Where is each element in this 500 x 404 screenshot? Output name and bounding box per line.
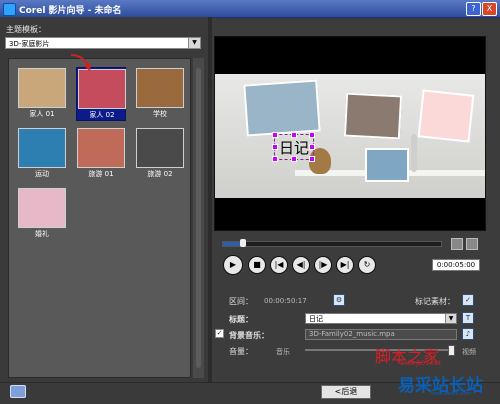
range-label: 区间：: [229, 297, 253, 306]
mark-clip-icon[interactable]: ✓: [462, 294, 474, 306]
music-checkbox[interactable]: ✓: [215, 329, 224, 338]
template-caption: 旅游 01: [88, 170, 114, 178]
range-value: 00:00:50:17: [264, 297, 307, 305]
end-icon: ▶|: [340, 260, 350, 269]
music-label: 背景音乐：: [229, 331, 269, 340]
drawing-photo: [417, 89, 475, 143]
chevron-down-icon[interactable]: ▼: [188, 38, 200, 48]
template-thumbnail: [18, 68, 66, 108]
window-titlebar: Corel 影片向导 - 未命名 ? X: [0, 0, 500, 18]
resize-handle[interactable]: [309, 144, 315, 150]
template-thumbnail: [18, 188, 66, 228]
template-caption: 婚礼: [35, 230, 49, 238]
template-item[interactable]: 学校: [135, 67, 185, 121]
home-button[interactable]: |◀: [270, 256, 288, 274]
repeat-button[interactable]: ↻: [358, 256, 376, 274]
music-settings-icon[interactable]: ♪: [462, 328, 474, 340]
prev-frame-button[interactable]: ◀|: [292, 256, 310, 274]
music-file-value: 3D-Family02_music.mpa: [309, 330, 395, 338]
prev-frame-icon: ◀|: [296, 260, 306, 269]
theme-template-select[interactable]: 3D-家庭影片 ▼: [5, 37, 201, 49]
resize-handle[interactable]: [291, 156, 297, 162]
end-button[interactable]: ▶|: [336, 256, 354, 274]
template-thumbnail: [136, 128, 184, 168]
help-button[interactable]: ?: [466, 2, 481, 16]
title-overlay-text: 日记: [279, 139, 310, 157]
volume-video-label: 视频: [462, 348, 476, 356]
volume-label: 音量：: [229, 347, 253, 356]
volume-music-label: 音乐: [276, 348, 290, 356]
back-button[interactable]: <后退: [321, 385, 371, 399]
title-overlay[interactable]: 日记: [272, 132, 315, 162]
resize-handle[interactable]: [272, 144, 278, 150]
range-settings-icon[interactable]: ⚙: [333, 294, 345, 306]
preview-window: 日记: [214, 36, 486, 231]
template-caption: 运动: [35, 170, 49, 178]
window-title: Corel 影片向导 - 未命名: [19, 6, 122, 16]
checkmark-icon: ✓: [216, 329, 223, 337]
mark-in-icon[interactable]: [451, 238, 463, 250]
close-button[interactable]: X: [482, 2, 497, 16]
template-thumbnail: [18, 128, 66, 168]
timeline-slider[interactable]: [222, 239, 442, 247]
music-file-field[interactable]: 3D-Family02_music.mpa: [305, 329, 457, 340]
title-value: 日记: [309, 315, 323, 323]
pinned-photo: [343, 92, 403, 140]
text-edit-icon[interactable]: T: [462, 312, 474, 324]
next-frame-icon: |▶: [318, 260, 328, 269]
theme-template-value: 3D-家庭影片: [9, 40, 50, 48]
timeline-scrubber[interactable]: [240, 239, 246, 247]
watermark-top-url: www.jb51.net: [400, 360, 441, 367]
template-caption: 旅游 02: [147, 170, 173, 178]
resize-handle[interactable]: [272, 132, 278, 138]
stop-button[interactable]: ■: [248, 256, 266, 274]
template-thumbnail: [77, 128, 125, 168]
resize-handle[interactable]: [309, 156, 315, 162]
bus-photo: [365, 148, 409, 182]
title-select[interactable]: 日记 ▼: [305, 313, 457, 324]
mark-out-icon[interactable]: [466, 238, 478, 250]
volume-slider-thumb[interactable]: [448, 345, 455, 356]
chevron-down-icon[interactable]: ▼: [445, 314, 456, 323]
play-icon: ▶: [229, 260, 237, 269]
theme-template-label: 主题模板：: [6, 25, 46, 34]
template-item[interactable]: 婚礼: [17, 187, 67, 241]
repeat-icon: ↻: [363, 260, 371, 269]
next-frame-button[interactable]: |▶: [314, 256, 332, 274]
template-grid: 家人 01 家人 02 学校 运动 旅游 01 旅游 02 婚礼: [8, 54, 191, 378]
resize-handle[interactable]: [309, 132, 315, 138]
mark-clip-label: 标记素材：: [415, 297, 455, 306]
template-scrollbar[interactable]: [193, 58, 204, 378]
chat-icon[interactable]: [10, 385, 26, 398]
template-item[interactable]: 家人 01: [17, 67, 67, 121]
play-button[interactable]: ▶: [223, 255, 243, 275]
resize-handle[interactable]: [291, 132, 297, 138]
stop-icon: ■: [253, 260, 261, 269]
red-arrow-icon: [70, 54, 91, 71]
corel-app-icon: [3, 3, 16, 16]
template-caption: 学校: [153, 110, 167, 118]
home-icon: |◀: [274, 260, 284, 269]
timecode-field[interactable]: 0:00:05:00: [432, 259, 480, 271]
airplane-photo: [243, 79, 321, 137]
resize-handle[interactable]: [272, 156, 278, 162]
template-caption: 家人 02: [89, 111, 115, 119]
preview-scene: [215, 74, 485, 198]
rocket-toy: [411, 134, 417, 172]
watermark-bottom-url: www.easck.com: [431, 391, 472, 397]
scrollbar-thumb[interactable]: [196, 68, 201, 368]
title-label: 标题：: [229, 315, 253, 324]
template-thumbnail: [136, 68, 184, 108]
template-caption: 家人 01: [29, 110, 55, 118]
template-item[interactable]: 运动: [17, 127, 67, 181]
template-item[interactable]: 旅游 02: [135, 127, 185, 181]
template-item[interactable]: 旅游 01: [76, 127, 126, 181]
